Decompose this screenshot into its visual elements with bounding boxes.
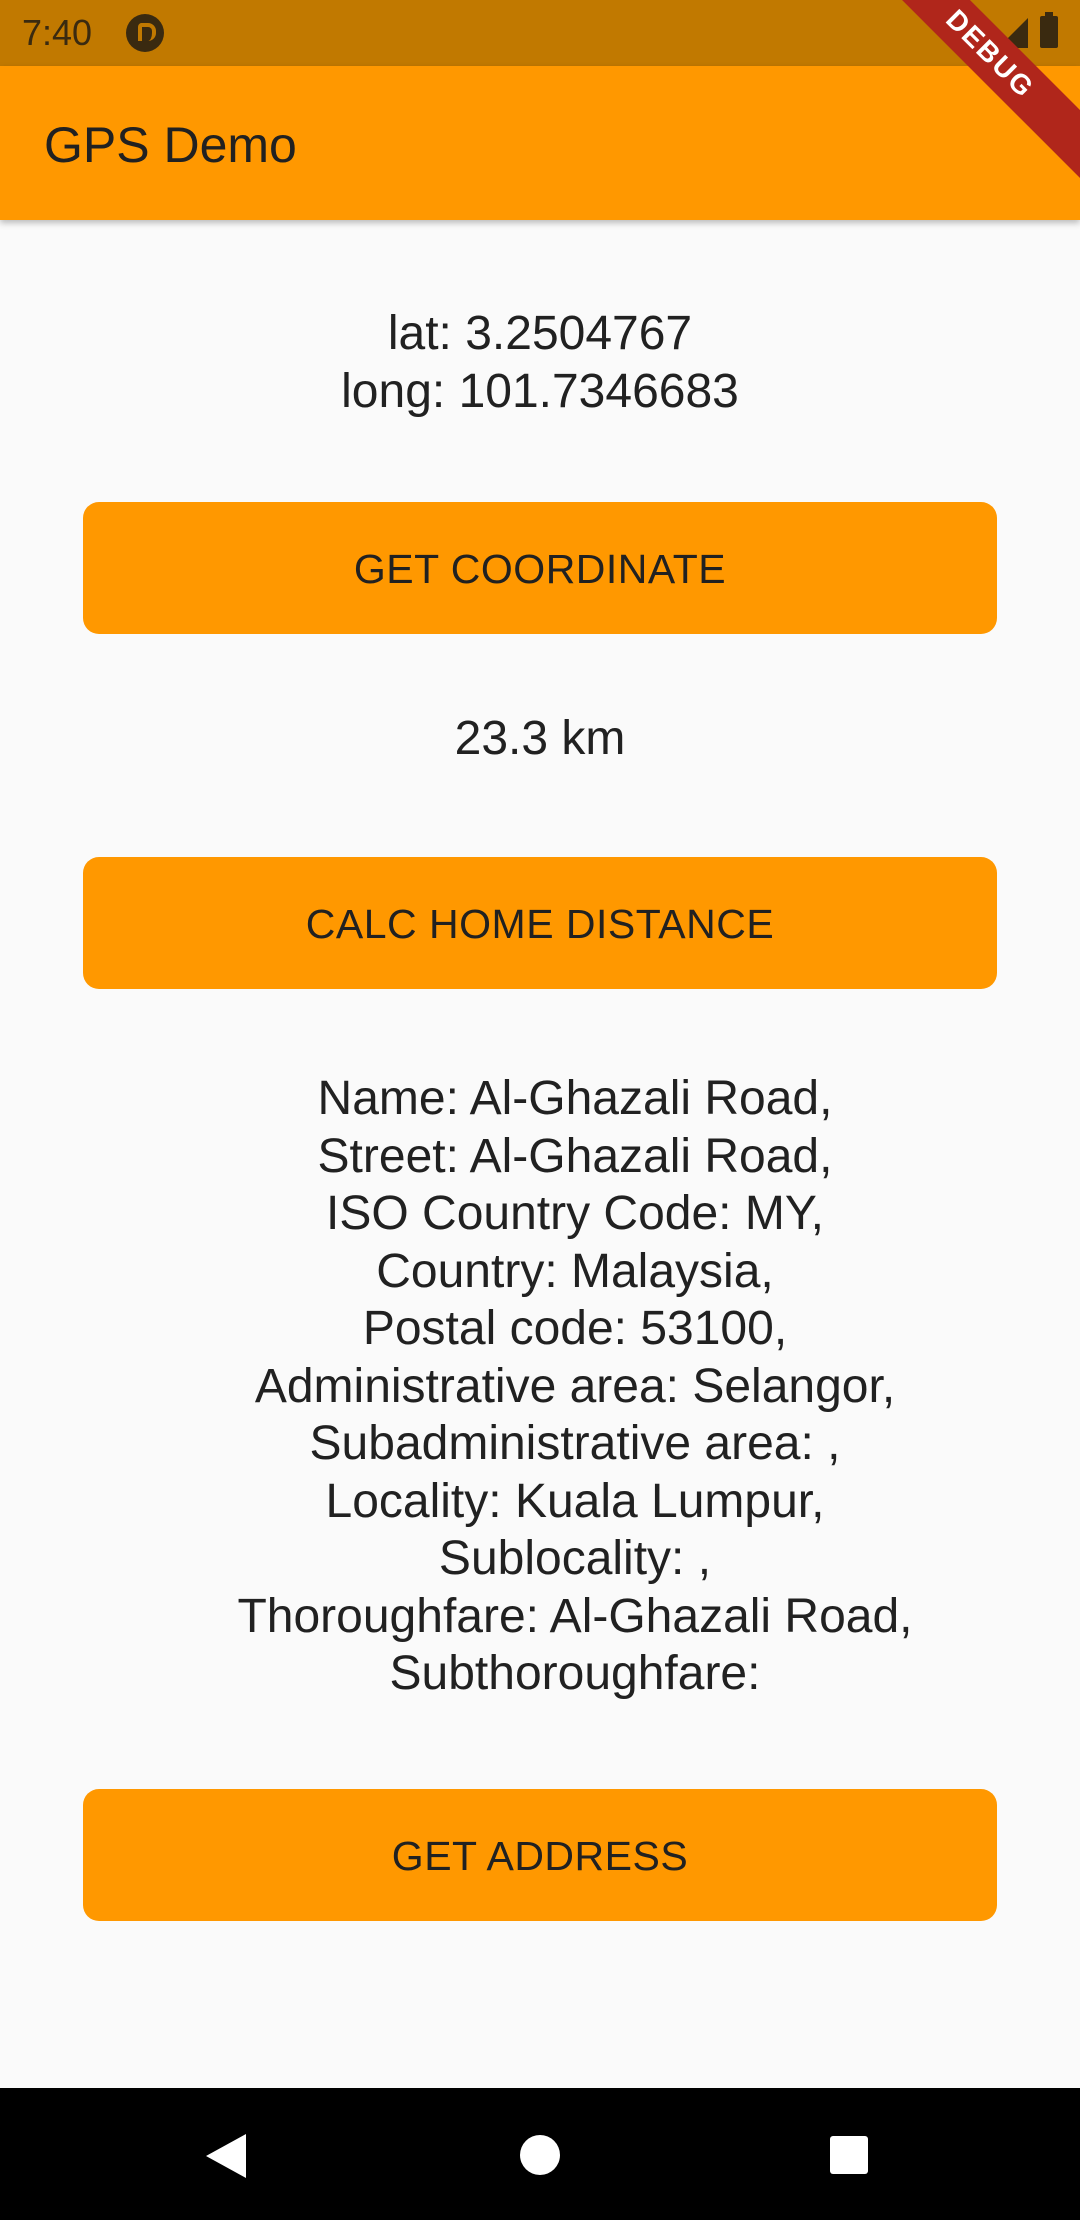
address-line: Locality: Kuala Lumpur, bbox=[325, 1474, 825, 1528]
distance-text: 23.3 km bbox=[454, 712, 626, 765]
status-time: 7:40 bbox=[22, 12, 93, 53]
address-line: Subthoroughfare: bbox=[389, 1647, 761, 1700]
latitude-text: lat: 3.2504767 bbox=[387, 307, 693, 360]
address-line: ISO Country Code: MY, bbox=[326, 1187, 824, 1240]
address-line: Street: Al-Ghazali Road, bbox=[317, 1129, 833, 1183]
app-notification-icon bbox=[126, 14, 164, 52]
coordinates-text: lat: 3.2504767 long: 101.7346683 bbox=[0, 305, 1080, 421]
address-line: Administrative area: Selangor, bbox=[254, 1359, 896, 1413]
recents-icon[interactable] bbox=[830, 2136, 868, 2174]
back-icon[interactable] bbox=[206, 2134, 246, 2178]
address-line: Name: Al-Ghazali Road, bbox=[317, 1072, 833, 1125]
address-line: Postal code: 53100, bbox=[362, 1302, 788, 1355]
longitude-text: long: 101.7346683 bbox=[341, 365, 739, 418]
address-text: Name: Al-Ghazali Road, Street: Al-Ghazal… bbox=[0, 1070, 1080, 1703]
address-line: Country: Malaysia, bbox=[376, 1244, 774, 1298]
app-bar: GPS Demo bbox=[0, 66, 1080, 220]
navigation-bar bbox=[0, 2088, 1080, 2220]
home-icon[interactable] bbox=[520, 2135, 560, 2175]
address-line: Thoroughfare: Al-Ghazali Road, bbox=[237, 1589, 913, 1643]
battery-icon bbox=[1040, 12, 1058, 48]
app-title: GPS Demo bbox=[44, 117, 297, 173]
address-line: Sublocality: , bbox=[438, 1532, 712, 1585]
get-address-button[interactable]: GET ADDRESS bbox=[83, 1789, 997, 1921]
calc-home-distance-button[interactable]: CALC HOME DISTANCE bbox=[83, 857, 997, 989]
address-line: Subadministrative area: , bbox=[309, 1417, 841, 1470]
get-coordinate-button[interactable]: GET COORDINATE bbox=[83, 502, 997, 634]
